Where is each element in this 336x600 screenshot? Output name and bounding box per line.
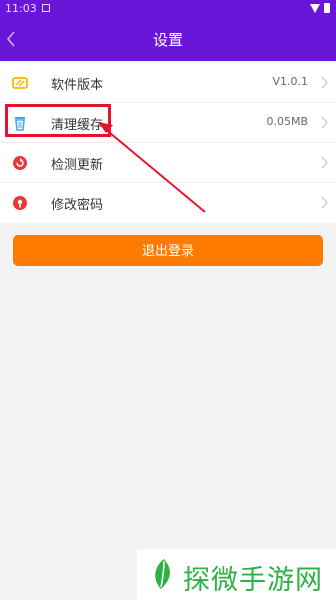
title-bar: 设置: [0, 17, 336, 61]
settings-label-change-password: 修改密码: [51, 198, 104, 213]
chevron-right-icon: [321, 156, 328, 169]
logout-button[interactable]: 退出登录: [13, 235, 323, 266]
status-time: 11:03: [5, 2, 37, 15]
status-indicators: [310, 3, 330, 13]
settings-label-check-update: 检测更新: [51, 158, 104, 173]
version-value: V1.0.1: [272, 75, 308, 88]
chevron-right-icon: [321, 76, 328, 89]
settings-row-version[interactable]: 软件版本 V1.0.1: [0, 63, 336, 103]
wifi-icon: [310, 3, 320, 13]
cache-size-value: 0.05MB: [266, 115, 308, 128]
refresh-icon: [13, 156, 27, 170]
settings-row-check-update[interactable]: 检测更新: [0, 143, 336, 183]
settings-list: 软件版本 V1.0.1 清理缓存 0.05MB 检测更新 修改密码: [0, 63, 336, 223]
leaf-logo-icon: [155, 559, 170, 589]
chevron-right-icon: [321, 196, 328, 209]
notification-icon: [42, 4, 50, 12]
watermark: 探微手游网: [137, 549, 336, 600]
watermark-text: 探微手游网: [183, 565, 323, 596]
settings-label-version: 软件版本: [51, 78, 104, 93]
lock-icon: [13, 196, 27, 210]
page-title: 设置: [152, 31, 183, 49]
version-icon: [12, 77, 28, 89]
battery-icon: [324, 3, 330, 13]
chevron-right-icon: [321, 116, 328, 129]
status-bar: 11:03: [0, 0, 336, 17]
settings-row-change-password[interactable]: 修改密码: [0, 183, 336, 223]
annotation-highlight-box: [5, 104, 111, 137]
